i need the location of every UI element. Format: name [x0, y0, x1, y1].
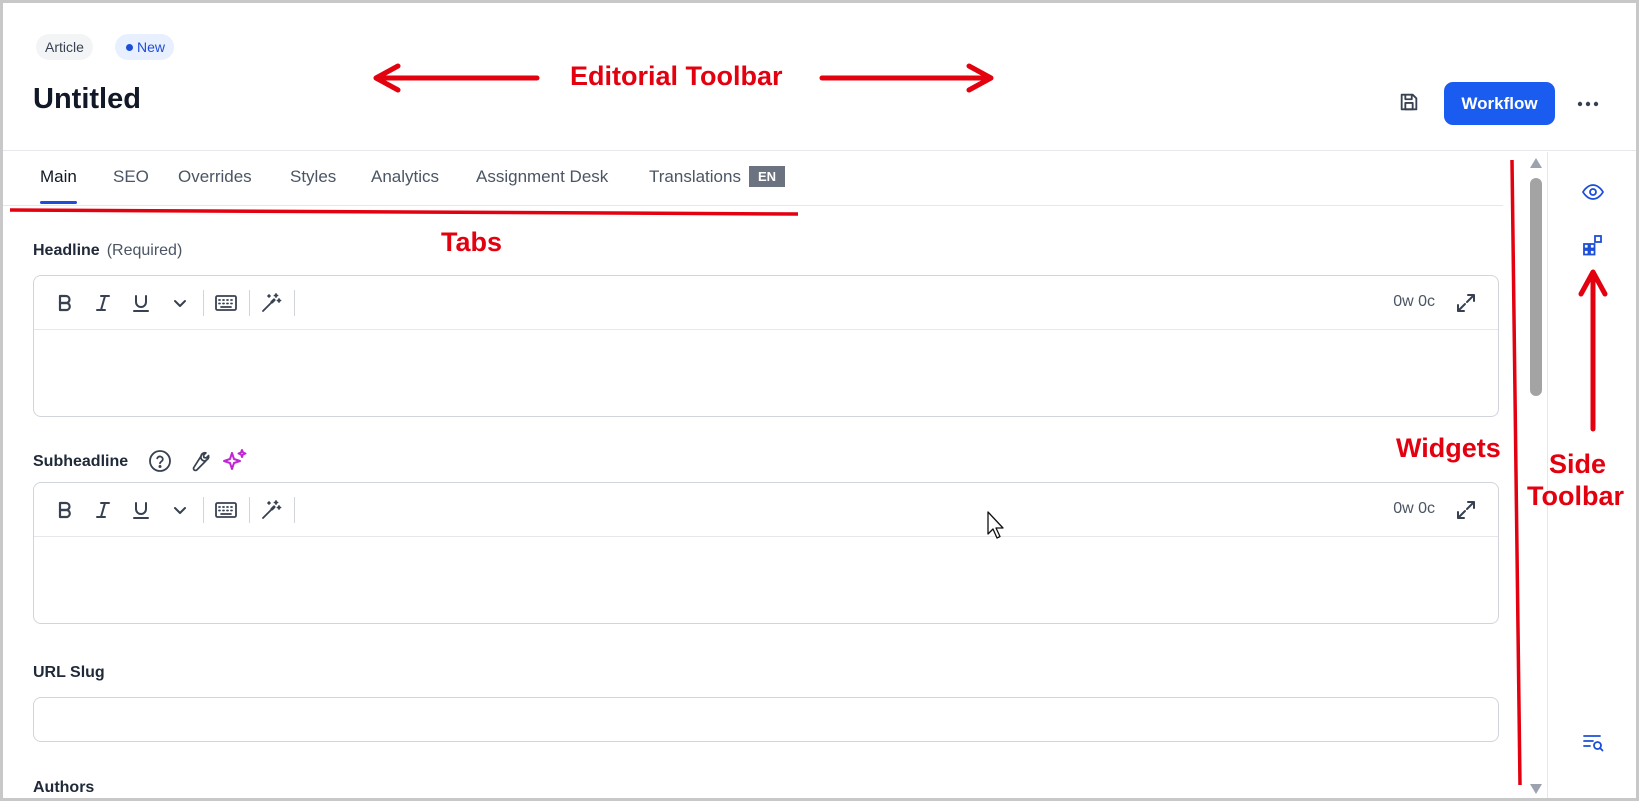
- language-badge: EN: [748, 166, 786, 187]
- underline-button[interactable]: [127, 289, 155, 317]
- word-count: 0w 0c: [1393, 500, 1435, 517]
- annotation-side-toolbar-line1: Side: [1549, 449, 1607, 479]
- scrollbar-thumb[interactable]: [1530, 178, 1542, 396]
- keyboard-icon: [215, 502, 237, 518]
- subheadline-editor-toolbar: 0w 0c: [34, 483, 1498, 537]
- eye-icon: [1581, 184, 1605, 200]
- chevron-down-icon: [174, 507, 186, 514]
- expand-editor-button[interactable]: [1452, 496, 1480, 524]
- word-count: 0w 0c: [1393, 293, 1435, 310]
- annotation-tabs: Tabs: [441, 227, 503, 257]
- italic-icon: [96, 502, 110, 518]
- bold-button[interactable]: [51, 289, 79, 317]
- annotation-editorial-toolbar: Editorial Toolbar: [570, 61, 783, 91]
- tab-styles[interactable]: Styles: [290, 152, 336, 206]
- more-formatting-dropdown[interactable]: [166, 289, 194, 317]
- tab-bar: Main SEO Overrides Styles Analytics Assi…: [3, 152, 1503, 206]
- wrench-icon: [192, 451, 210, 471]
- toolbar-divider: [294, 497, 295, 523]
- annotation-tabs-underline: [9, 208, 799, 216]
- search-list-icon: [1583, 735, 1604, 752]
- more-formatting-dropdown[interactable]: [166, 496, 194, 524]
- sparkles-icon: [223, 449, 247, 470]
- annotation-widgets-line: [1510, 159, 1522, 786]
- help-button[interactable]: [147, 448, 173, 474]
- toolbar-divider: [203, 290, 204, 316]
- tab-translations-label: Translations: [649, 167, 741, 186]
- headline-editor-toolbar: 0w 0c: [34, 276, 1498, 330]
- preview-button[interactable]: [1579, 178, 1607, 206]
- more-horizontal-icon: [1577, 101, 1599, 107]
- underline-button[interactable]: [127, 496, 155, 524]
- keyboard-icon: [215, 295, 237, 311]
- special-characters-button[interactable]: [212, 496, 240, 524]
- italic-button[interactable]: [89, 496, 117, 524]
- toolbar-divider: [203, 497, 204, 523]
- subheadline-editor: 0w 0c: [33, 482, 1499, 624]
- headline-editor: 0w 0c: [33, 275, 1499, 417]
- ai-assist-button[interactable]: [257, 496, 285, 524]
- url-slug-label: URL Slug: [33, 664, 105, 681]
- headline-label: Headline (Required): [33, 242, 182, 260]
- editorial-toolbar: Article New Untitled Workflow: [3, 3, 1636, 151]
- status-badge-label: New: [137, 39, 166, 55]
- headline-label-text: Headline: [33, 242, 100, 259]
- settings-tool-button[interactable]: [185, 448, 211, 474]
- tab-overrides[interactable]: Overrides: [178, 152, 252, 206]
- tab-main[interactable]: Main: [40, 152, 77, 206]
- tab-translations[interactable]: Translations EN: [649, 152, 786, 206]
- toolbar-divider: [249, 290, 250, 316]
- page-title[interactable]: Untitled: [33, 83, 141, 116]
- widgets-button[interactable]: [1579, 231, 1607, 259]
- underline-icon: [133, 295, 149, 312]
- expand-editor-button[interactable]: [1452, 289, 1480, 317]
- mouse-cursor-icon: [987, 511, 1004, 539]
- chevron-down-icon: [174, 300, 186, 307]
- italic-icon: [96, 295, 110, 311]
- save-icon: [1400, 93, 1418, 111]
- scroll-down-arrow-icon[interactable]: [1529, 783, 1543, 795]
- special-characters-button[interactable]: [212, 289, 240, 317]
- subheadline-label: Subheadline: [33, 453, 129, 470]
- magic-wand-icon: [262, 293, 282, 312]
- ai-assist-button[interactable]: [257, 289, 285, 317]
- help-icon: [149, 450, 171, 472]
- bold-button[interactable]: [51, 496, 79, 524]
- status-dot: [126, 44, 133, 51]
- more-options-button[interactable]: [1572, 89, 1604, 119]
- ai-generate-button[interactable]: [221, 447, 249, 475]
- widgets-icon: [1583, 235, 1602, 256]
- tab-assignment-desk[interactable]: Assignment Desk: [476, 152, 608, 206]
- magic-wand-icon: [262, 500, 282, 519]
- toolbar-divider: [249, 497, 250, 523]
- subheadline-actions: [147, 447, 249, 475]
- tab-analytics[interactable]: Analytics: [371, 152, 439, 206]
- underline-icon: [133, 502, 149, 519]
- search-outline-button[interactable]: [1579, 728, 1607, 756]
- status-badge: New: [115, 34, 175, 60]
- scroll-up-arrow-icon[interactable]: [1529, 157, 1543, 169]
- required-hint: (Required): [106, 242, 183, 259]
- headline-input[interactable]: [34, 330, 1498, 416]
- url-slug-input[interactable]: [33, 697, 1499, 742]
- toolbar-divider: [294, 290, 295, 316]
- bold-icon: [58, 501, 71, 519]
- expand-icon: [1457, 501, 1475, 519]
- annotation-widgets: Widgets: [1396, 433, 1501, 463]
- tab-seo[interactable]: SEO: [113, 152, 149, 206]
- annotation-side-toolbar-line2: Toolbar: [1527, 481, 1624, 511]
- italic-button[interactable]: [89, 289, 117, 317]
- content-type-badge: Article: [36, 34, 93, 60]
- expand-icon: [1457, 294, 1475, 312]
- save-button[interactable]: [1394, 87, 1424, 117]
- subheadline-input[interactable]: [34, 537, 1498, 623]
- authors-label: Authors: [33, 779, 95, 796]
- bold-icon: [58, 294, 71, 312]
- workflow-button[interactable]: Workflow: [1444, 82, 1555, 125]
